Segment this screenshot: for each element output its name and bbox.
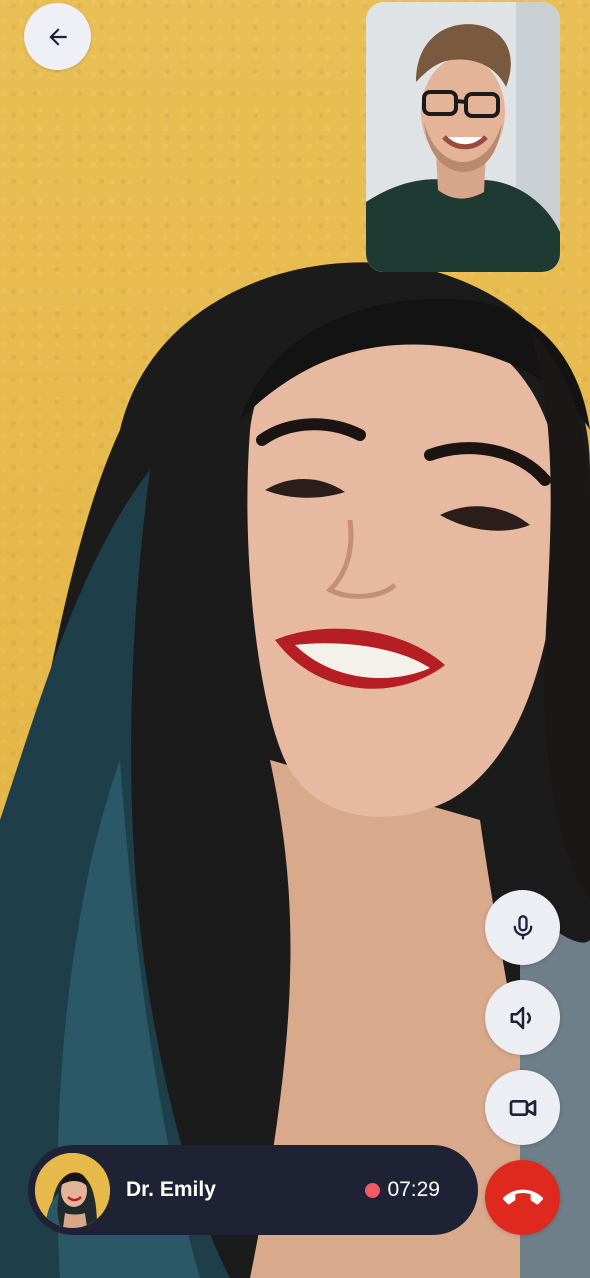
caller-avatar-image [35,1152,110,1228]
speaker-icon [510,1006,531,1029]
call-duration: 07:29 [387,1178,440,1201]
speaker-button[interactable] [485,980,560,1055]
microphone-icon [513,914,532,940]
back-button[interactable] [24,3,91,70]
toggle-video-button[interactable] [485,1070,560,1145]
avatar [35,1152,110,1228]
mute-microphone-button[interactable] [485,890,560,965]
caller-name: Dr. Emily [126,1178,216,1201]
caller-info-bar: Dr. Emily 07:29 [28,1145,478,1235]
self-video-preview[interactable] [366,2,560,272]
recording-indicator [365,1182,381,1198]
video-camera-icon [509,1099,536,1116]
end-call-button[interactable] [485,1160,560,1235]
phone-hangup-icon [502,1189,543,1205]
self-participant-image [366,2,560,272]
arrow-left-icon [48,27,67,46]
